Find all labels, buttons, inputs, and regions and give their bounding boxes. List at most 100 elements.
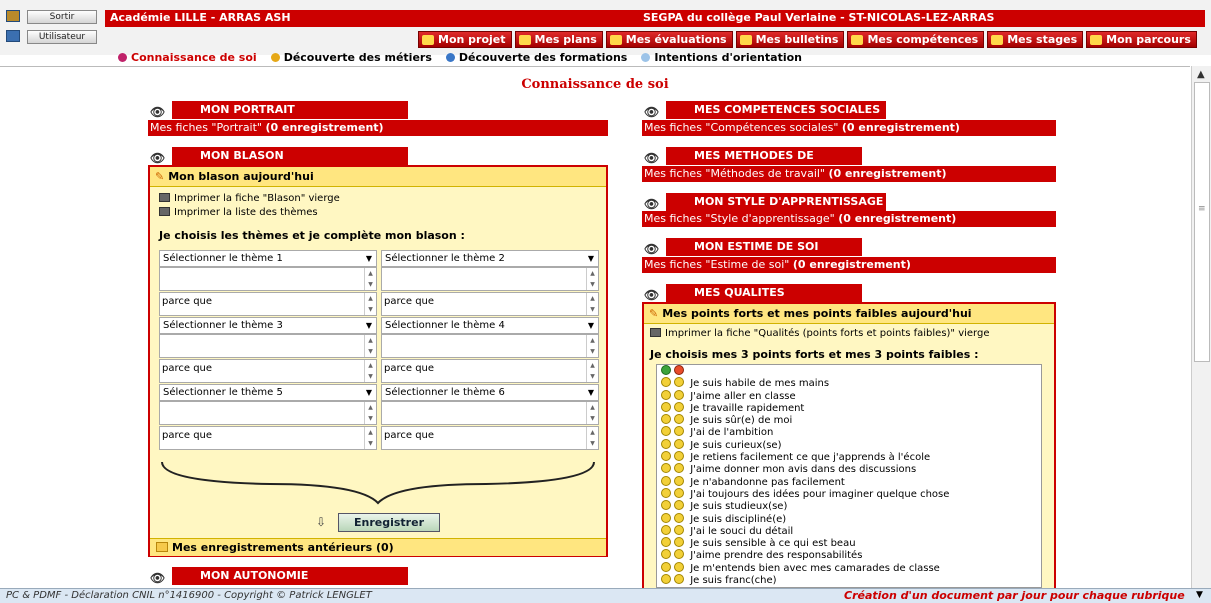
theme-select-6[interactable]: Sélectionner le thème 6 [381,384,599,401]
scroll-up-icon[interactable]: ▲ [1197,69,1205,80]
theme-select-3[interactable]: Sélectionner le thème 3 [159,317,377,334]
radio-fort-icon[interactable] [661,500,671,511]
tab-mon-parcours[interactable]: Mon parcours [1086,31,1197,48]
radio-faible-icon[interactable] [674,438,684,449]
parce-que-4[interactable]: parce que ▲ ▼ [381,359,599,383]
theme-text-4[interactable]: ▲ ▼ [381,334,599,358]
list-item[interactable]: Je suis habile de mes mains [657,377,1041,389]
radio-faible-icon[interactable] [674,414,684,425]
radio-fort-icon[interactable] [661,549,671,560]
blason-header[interactable]: 👁 MON BLASON [150,147,408,165]
scroll-down-icon[interactable]: ▼ [1196,590,1203,600]
list-item[interactable]: Je suis sûr(e) de moi [657,414,1041,426]
radio-fort-icon[interactable] [661,401,671,412]
radio-fort-icon[interactable] [661,414,671,425]
list-item[interactable]: J'aime prendre des responsabilités [657,549,1041,561]
parce-que-1[interactable]: parce que ▲ ▼ [159,292,377,316]
utilisateur-button[interactable]: Utilisateur [27,30,97,44]
radio-fort-icon[interactable] [661,438,671,449]
theme-select-4[interactable]: Sélectionner le thème 4 [381,317,599,334]
competences-fiches[interactable]: Mes fiches "Compétences sociales" (0 enr… [642,120,1056,136]
list-item[interactable]: Je m'entends bien avec mes camarades de … [657,561,1041,574]
theme-select-1[interactable]: Sélectionner le thème 1 [159,250,377,267]
radio-fort-icon[interactable] [661,487,671,498]
parce-que-3[interactable]: parce que ▲ ▼ [159,359,377,383]
radio-faible-icon[interactable] [674,512,684,523]
radio-faible-icon[interactable] [674,487,684,498]
methodes-fiches[interactable]: Mes fiches "Méthodes de travail" (0 enre… [642,166,1056,182]
list-item[interactable]: Je suis discipliné(e) [657,512,1041,525]
radio-faible-icon[interactable] [674,426,684,437]
previous-records[interactable]: Mes enregistrements antérieurs (0) [150,538,606,556]
radio-faible-icon[interactable] [674,451,684,462]
estime-fiches[interactable]: Mes fiches "Estime de soi" (0 enregistre… [642,257,1056,273]
sortir-button[interactable]: Sortir [27,10,97,24]
list-item[interactable]: J'aime aller en classe [657,389,1041,402]
list-item[interactable]: Je suis studieux(se) [657,500,1041,512]
subtab-metiers[interactable]: Découverte des métiers [270,51,432,64]
radio-fort-icon[interactable] [661,377,671,388]
list-item[interactable]: Je suis sensible à ce qui est beau [657,537,1041,549]
subtab-connaissance[interactable]: Connaissance de soi [118,51,257,64]
radio-faible-icon[interactable] [674,537,684,548]
radio-faible-icon[interactable] [674,574,684,585]
radio-fort-icon[interactable] [661,561,671,572]
subtab-formations[interactable]: Découverte des formations [445,51,627,64]
radio-fort-icon[interactable] [661,574,671,585]
radio-faible-icon[interactable] [674,475,684,486]
radio-faible-icon[interactable] [674,561,684,572]
print-qualites-link[interactable]: Imprimer la fiche "Qualités (points fort… [650,328,990,339]
tab-mes-evaluations[interactable]: Mes évaluations [605,31,733,48]
list-item[interactable]: Je suis curieux(se) [657,438,1041,451]
autonomie-header[interactable]: 👁 MON AUTONOMIE [150,567,408,585]
parce-que-6[interactable]: parce que ▲ ▼ [381,426,599,450]
radio-fort-icon[interactable] [661,389,671,400]
radio-faible-icon[interactable] [674,377,684,388]
radio-faible-icon[interactable] [674,524,684,535]
radio-fort-icon[interactable] [661,463,671,474]
portrait-fiches[interactable]: Mes fiches "Portrait" (0 enregistrement) [148,120,608,136]
radio-fort-icon[interactable] [661,512,671,523]
enregistrer-button[interactable]: Enregistrer [338,513,440,532]
radio-fort-icon[interactable] [661,537,671,548]
tab-mes-stages[interactable]: Mes stages [987,31,1084,48]
list-item[interactable]: J'ai le souci du détail [657,524,1041,537]
methodes-header[interactable]: 👁MES METHODES DE TRAVAIL [644,147,862,180]
style-header[interactable]: 👁 MON STYLE D'APPRENTISSAGE [644,193,886,211]
estime-header[interactable]: 👁 MON ESTIME DE SOI [644,238,862,256]
parce-que-5[interactable]: parce que ▲ ▼ [159,426,377,450]
list-item[interactable]: Je n'abandonne pas facilement [657,475,1041,488]
list-item[interactable]: Je retiens facilement ce que j'apprends … [657,451,1041,463]
qualites-header[interactable]: 👁 MES QUALITES [644,284,862,302]
theme-text-5[interactable]: ▲ ▼ [159,401,377,425]
subtab-intentions[interactable]: Intentions d'orientation [641,51,802,64]
theme-text-2[interactable]: ▲ ▼ [381,267,599,291]
theme-text-1[interactable]: ▲ ▼ [159,267,377,291]
radio-fort-icon[interactable] [661,426,671,437]
radio-fort-icon[interactable] [661,524,671,535]
radio-fort-icon[interactable] [661,451,671,462]
radio-fort-icon[interactable] [661,475,671,486]
print-themes-link[interactable]: Imprimer la liste des thèmes [159,207,318,218]
list-item[interactable]: J'ai de l'ambition [657,426,1041,438]
list-item[interactable]: J'aime donner mon avis dans des discussi… [657,463,1041,475]
theme-text-6[interactable]: ▲ ▼ [381,401,599,425]
theme-select-5[interactable]: Sélectionner le thème 5 [159,384,377,401]
parce-que-2[interactable]: parce que ▲ ▼ [381,292,599,316]
theme-select-2[interactable]: Sélectionner le thème 2 [381,250,599,267]
tab-mes-competences[interactable]: Mes compétences [847,31,985,48]
tab-mes-bulletins[interactable]: Mes bulletins [735,31,845,48]
radio-faible-icon[interactable] [674,463,684,474]
radio-faible-icon[interactable] [674,401,684,412]
list-item[interactable]: J'ai toujours des idées pour imaginer qu… [657,487,1041,500]
tab-mon-projet[interactable]: Mon projet [418,31,512,48]
list-item[interactable]: Je suis franc(che) [657,574,1041,586]
competences-header[interactable]: 👁 MES COMPETENCES SOCIALES [644,101,886,119]
tab-mes-plans[interactable]: Mes plans [514,31,603,48]
radio-faible-icon[interactable] [674,549,684,560]
scroll-thumb[interactable] [1194,82,1210,362]
radio-faible-icon[interactable] [674,389,684,400]
style-fiches[interactable]: Mes fiches "Style d'apprentissage" (0 en… [642,211,1056,227]
radio-faible-icon[interactable] [674,500,684,511]
page-scrollbar[interactable]: ▲ ≡ [1191,66,1211,588]
